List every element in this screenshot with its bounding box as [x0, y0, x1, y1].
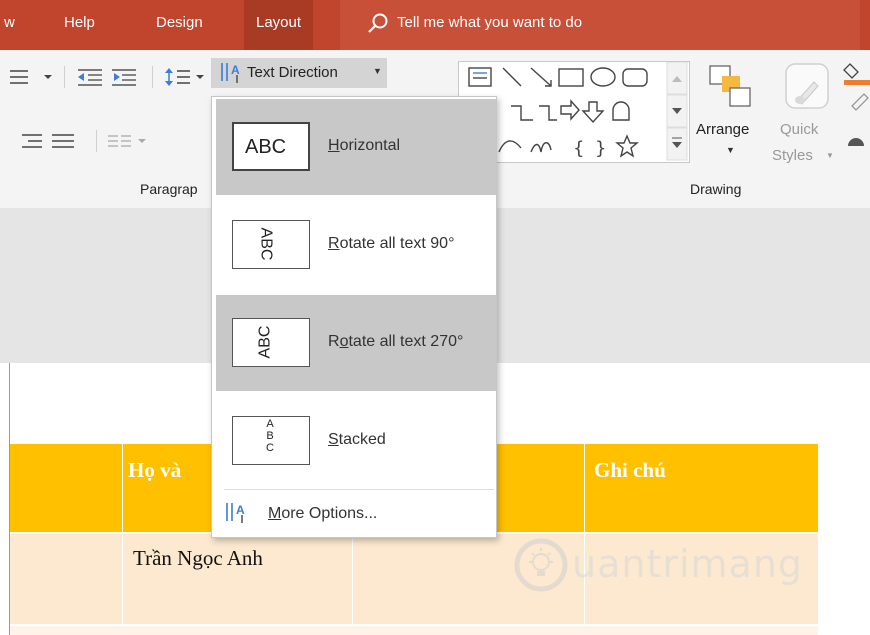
quick-label[interactable]: Quick [780, 121, 818, 138]
paragraph-group-label: Paragrap [140, 181, 198, 197]
text-direction-icon: A [226, 503, 245, 523]
menu-item-rotate-270[interactable]: ABC Rotate all text 270° [216, 295, 496, 391]
quick-styles-icon[interactable] [784, 62, 830, 110]
menu-item-label: Stacked [328, 431, 386, 448]
table-cell[interactable] [10, 534, 122, 624]
rotate-270-preview-icon: ABC [232, 318, 310, 367]
indent-icons[interactable] [76, 66, 144, 88]
bullets-list-icon[interactable] [6, 66, 58, 88]
tell-me-placeholder: Tell me what you want to do [397, 14, 583, 31]
watermark-logo-icon [514, 538, 568, 592]
text-direction-label: Text Direction [247, 64, 338, 81]
watermark: uantrimang [512, 528, 867, 598]
text-direction-menu: ABC Horizontal ABC Rotate all text 90° A… [211, 96, 497, 538]
menu-item-label: Horizontal [328, 137, 401, 154]
text-direction-button[interactable]: A Text Direction ▼ [211, 58, 387, 88]
svg-text:A: A [236, 503, 245, 517]
svg-text:}: } [595, 138, 606, 159]
chevron-down-icon: ▼ [373, 66, 382, 76]
ribbon-tab-bar: w Help Design Layout Tell me what you wa… [0, 0, 870, 50]
separator [64, 66, 65, 88]
menu-item-rotate-90[interactable]: ABC Rotate all text 90° [216, 197, 496, 293]
table-row [10, 626, 818, 635]
arrange-icon[interactable] [708, 62, 752, 108]
line-spacing-icon[interactable] [164, 66, 208, 88]
tab-help[interactable]: Help [64, 14, 95, 31]
align-icons[interactable] [20, 130, 90, 152]
separator [152, 66, 153, 88]
separator [96, 130, 97, 152]
chevron-down-icon: ▼ [726, 145, 735, 155]
columns-icon[interactable] [106, 130, 150, 152]
horizontal-preview-icon: ABC [232, 122, 310, 171]
svg-text:A: A [231, 63, 240, 77]
drawing-group-label: Drawing [690, 181, 742, 197]
table-header-name: Họ và [128, 458, 182, 482]
menu-item-more-options[interactable]: A More Options... [216, 493, 496, 533]
table-cell-text: Trần Ngọc Anh [133, 546, 263, 570]
menu-item-label: Rotate all text 90° [328, 235, 455, 252]
menu-item-label: Rotate all text 270° [328, 333, 464, 350]
tab-design[interactable]: Design [156, 14, 203, 31]
arrange-label[interactable]: Arrange [696, 121, 749, 138]
rotate-90-preview-icon: ABC [232, 220, 310, 269]
text-direction-icon: A [221, 63, 240, 83]
tab-layout[interactable]: Layout [244, 0, 314, 50]
table-header-cell[interactable] [10, 444, 122, 532]
more-options-label: More Options... [268, 505, 378, 522]
table-header-notes: Ghi chú [594, 458, 666, 482]
styles-label[interactable]: Styles [772, 147, 813, 164]
svg-text:{: { [573, 138, 584, 159]
tab-review-partial[interactable]: w [4, 14, 15, 31]
menu-separator [224, 489, 494, 490]
menu-item-stacked[interactable]: ABC Stacked [216, 393, 496, 489]
search-icon [368, 13, 388, 33]
chevron-down-icon: ▼ [826, 151, 834, 160]
shape-format-icons[interactable] [842, 60, 870, 160]
menu-item-horizontal[interactable]: ABC Horizontal [216, 99, 496, 195]
stacked-preview-icon: ABC [232, 416, 310, 465]
watermark-text: uantrimang [572, 542, 804, 586]
tell-me-search-box[interactable]: Tell me what you want to do [340, 0, 860, 50]
